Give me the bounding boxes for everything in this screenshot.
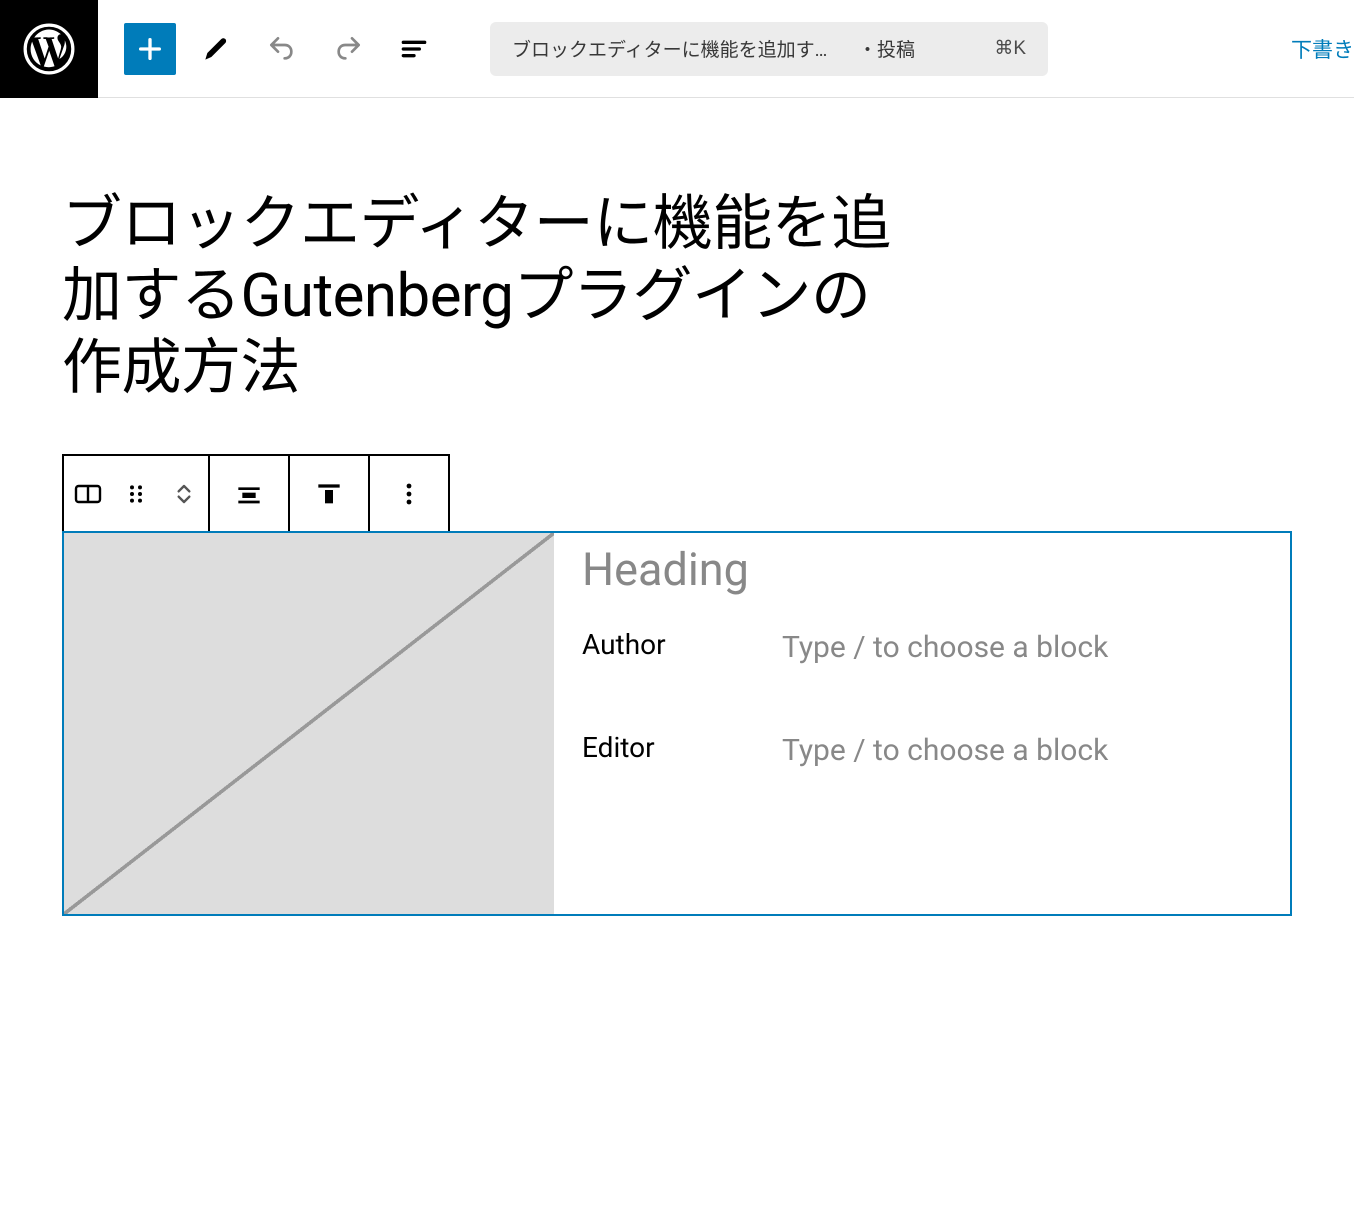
- toolbar-center: ブロックエディターに機能を追加する... ・投稿 ⌘K: [440, 22, 1241, 76]
- drag-icon: [120, 478, 152, 510]
- valign-top-icon: [313, 478, 345, 510]
- paragraph-placeholder[interactable]: Type / to choose a block: [782, 628, 1262, 669]
- pencil-icon: [200, 33, 232, 65]
- image-placeholder[interactable]: [64, 533, 554, 914]
- vertical-align-button[interactable]: [290, 456, 368, 531]
- undo-icon: [266, 33, 298, 65]
- add-block-button[interactable]: [124, 23, 176, 75]
- command-shortcut: ⌘K: [994, 37, 1026, 60]
- redo-icon: [332, 33, 364, 65]
- row-label-editor[interactable]: Editor: [582, 731, 782, 764]
- post-title[interactable]: ブロックエディターに機能を追加するGutenbergプラグインの作成方法: [62, 188, 912, 404]
- block-type-button[interactable]: [64, 456, 112, 531]
- columns-icon: [72, 478, 104, 510]
- wordpress-logo[interactable]: [0, 0, 98, 98]
- block-toolbar: [62, 454, 450, 533]
- document-bar[interactable]: ブロックエディターに機能を追加する... ・投稿 ⌘K: [490, 22, 1048, 76]
- top-toolbar: ブロックエディターに機能を追加する... ・投稿 ⌘K 下書き: [0, 0, 1354, 98]
- heading-placeholder[interactable]: Heading: [582, 543, 1262, 596]
- align-button[interactable]: [210, 456, 288, 531]
- block-toolbar-align-group: [210, 456, 290, 531]
- document-overview-button[interactable]: [388, 23, 440, 75]
- table-row: Author Type / to choose a block: [582, 628, 1262, 669]
- toolbar-right-group: 下書き: [1291, 34, 1354, 64]
- block-right-column: Heading Author Type / to choose a block …: [554, 533, 1290, 914]
- document-title: ブロックエディターに機能を追加する...: [512, 35, 842, 62]
- paragraph-placeholder[interactable]: Type / to choose a block: [782, 731, 1262, 772]
- row-label-author[interactable]: Author: [582, 628, 782, 661]
- redo-button[interactable]: [322, 23, 374, 75]
- block-toolbar-more-group: [370, 456, 448, 531]
- drag-handle[interactable]: [112, 456, 160, 531]
- plus-icon: [134, 33, 166, 65]
- selected-columns-block[interactable]: Heading Author Type / to choose a block …: [62, 531, 1292, 916]
- editor-content: ブロックエディターに機能を追加するGutenbergプラグインの作成方法: [0, 98, 1354, 916]
- undo-button[interactable]: [256, 23, 308, 75]
- toolbar-left-group: [98, 23, 440, 75]
- block-toolbar-left-group: [64, 456, 210, 531]
- wordpress-icon: [23, 23, 75, 75]
- align-icon: [233, 478, 265, 510]
- list-icon: [398, 33, 430, 65]
- edit-tool-button[interactable]: [190, 23, 242, 75]
- save-draft-button[interactable]: 下書き: [1291, 34, 1354, 64]
- more-options-button[interactable]: [370, 456, 448, 531]
- more-vertical-icon: [393, 478, 425, 510]
- block-toolbar-valign-group: [290, 456, 370, 531]
- chevron-updown-icon: [168, 478, 200, 510]
- table-row: Editor Type / to choose a block: [582, 731, 1262, 772]
- move-buttons[interactable]: [160, 456, 208, 531]
- document-type: ・投稿: [858, 35, 915, 62]
